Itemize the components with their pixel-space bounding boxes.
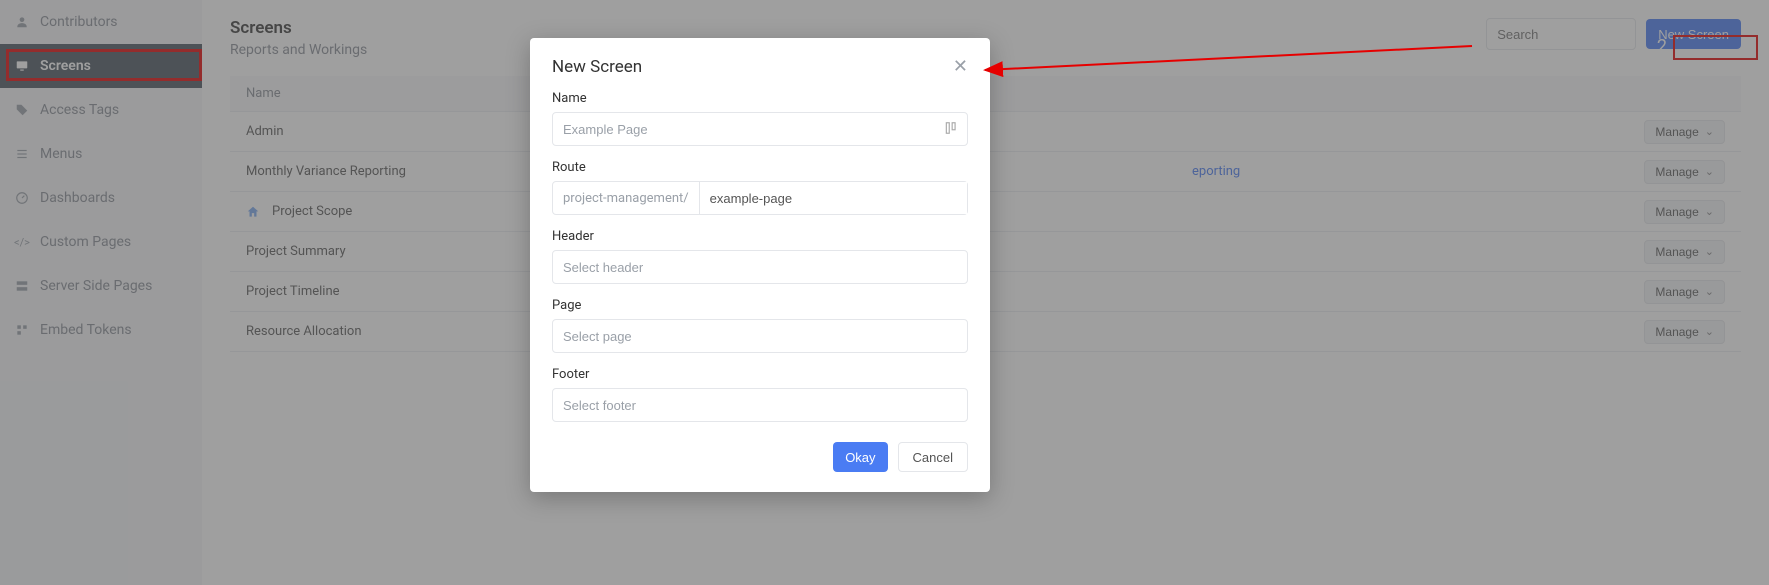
header-label: Header [552,229,968,244]
footer-label: Footer [552,367,968,382]
route-input[interactable] [700,182,967,214]
cancel-button[interactable]: Cancel [898,442,968,472]
route-label: Route [552,160,968,175]
okay-button[interactable]: Okay [833,442,887,472]
new-screen-modal: New Screen ✕ Name Route project-manageme… [530,38,990,492]
modal-title: New Screen [552,57,642,77]
page-label: Page [552,298,968,313]
close-icon[interactable]: ✕ [953,56,968,77]
page-select[interactable] [552,319,968,353]
name-label: Name [552,91,968,106]
header-select[interactable] [552,250,968,284]
footer-select[interactable] [552,388,968,422]
route-field: project-management/ [552,181,968,215]
name-input[interactable] [552,112,968,146]
route-prefix: project-management/ [553,182,700,214]
columns-icon[interactable] [944,120,958,140]
